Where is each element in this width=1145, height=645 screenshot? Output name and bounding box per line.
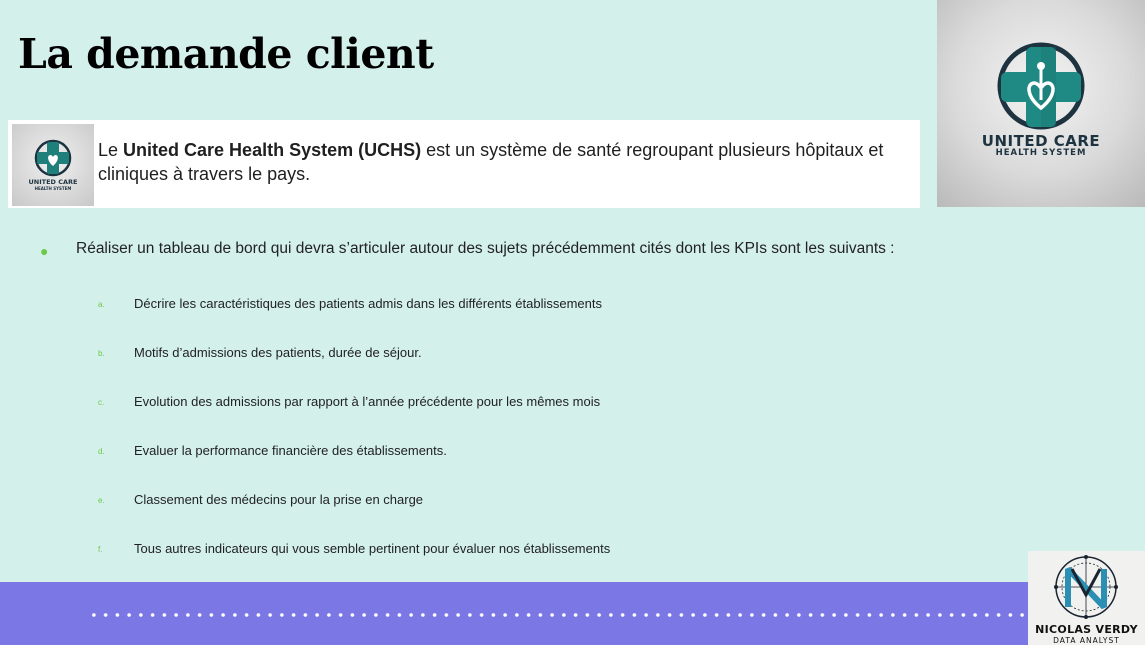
kpi-text: Motifs d’admissions des patients, durée … bbox=[134, 345, 422, 360]
intro-text: Le United Care Health System (UCHS) est … bbox=[98, 138, 918, 186]
kpi-marker: e. bbox=[98, 496, 105, 505]
kpi-marker: f. bbox=[98, 545, 103, 554]
bullet-dot-icon: ● bbox=[40, 243, 49, 259]
intro-prefix: Le bbox=[98, 140, 124, 160]
author-signature-logo: NICOLAS VERDY DATA ANALYST bbox=[1028, 551, 1145, 645]
kpi-text: Classement des médecins pour la prise en… bbox=[134, 492, 424, 507]
nv-monogram-icon bbox=[1054, 555, 1118, 619]
brand-name-line2: HEALTH SYSTEM bbox=[995, 148, 1087, 158]
kpi-marker: c. bbox=[98, 398, 105, 407]
dotted-line-decoration bbox=[88, 612, 1028, 618]
brand-name-small-line1: UNITED CARE bbox=[28, 178, 78, 186]
united-care-logo: UNITED CARE HEALTH SYSTEM bbox=[937, 0, 1145, 207]
kpi-marker: a. bbox=[98, 300, 105, 309]
kpi-marker: d. bbox=[98, 447, 105, 456]
kpi-text: Tous autres indicateurs qui vous semble … bbox=[134, 541, 611, 556]
author-role: DATA ANALYST bbox=[1053, 636, 1120, 645]
intro-box: UNITED CARE HEALTH SYSTEM Le United Care… bbox=[8, 120, 920, 208]
medical-cross-heart-icon bbox=[997, 42, 1085, 130]
medical-cross-heart-icon bbox=[34, 139, 72, 177]
brand-name-small-line2: HEALTH SYSTEM bbox=[34, 186, 72, 191]
kpi-text: Evaluer la performance financière des ét… bbox=[134, 443, 447, 458]
organization-name: United Care Health System (UCHS) bbox=[123, 140, 422, 160]
united-care-logo-small: UNITED CARE HEALTH SYSTEM bbox=[12, 124, 94, 206]
kpi-marker: b. bbox=[98, 349, 105, 358]
kpi-text: Evolution des admissions par rapport à l… bbox=[134, 394, 601, 409]
main-bullet-text: Réaliser un tableau de bord qui devra s’… bbox=[76, 240, 895, 257]
author-name: NICOLAS VERDY bbox=[1035, 623, 1138, 636]
footer-band bbox=[0, 582, 1145, 645]
kpi-text: Décrire les caractéristiques des patient… bbox=[134, 296, 602, 311]
slide-title: La demande client bbox=[18, 30, 434, 78]
